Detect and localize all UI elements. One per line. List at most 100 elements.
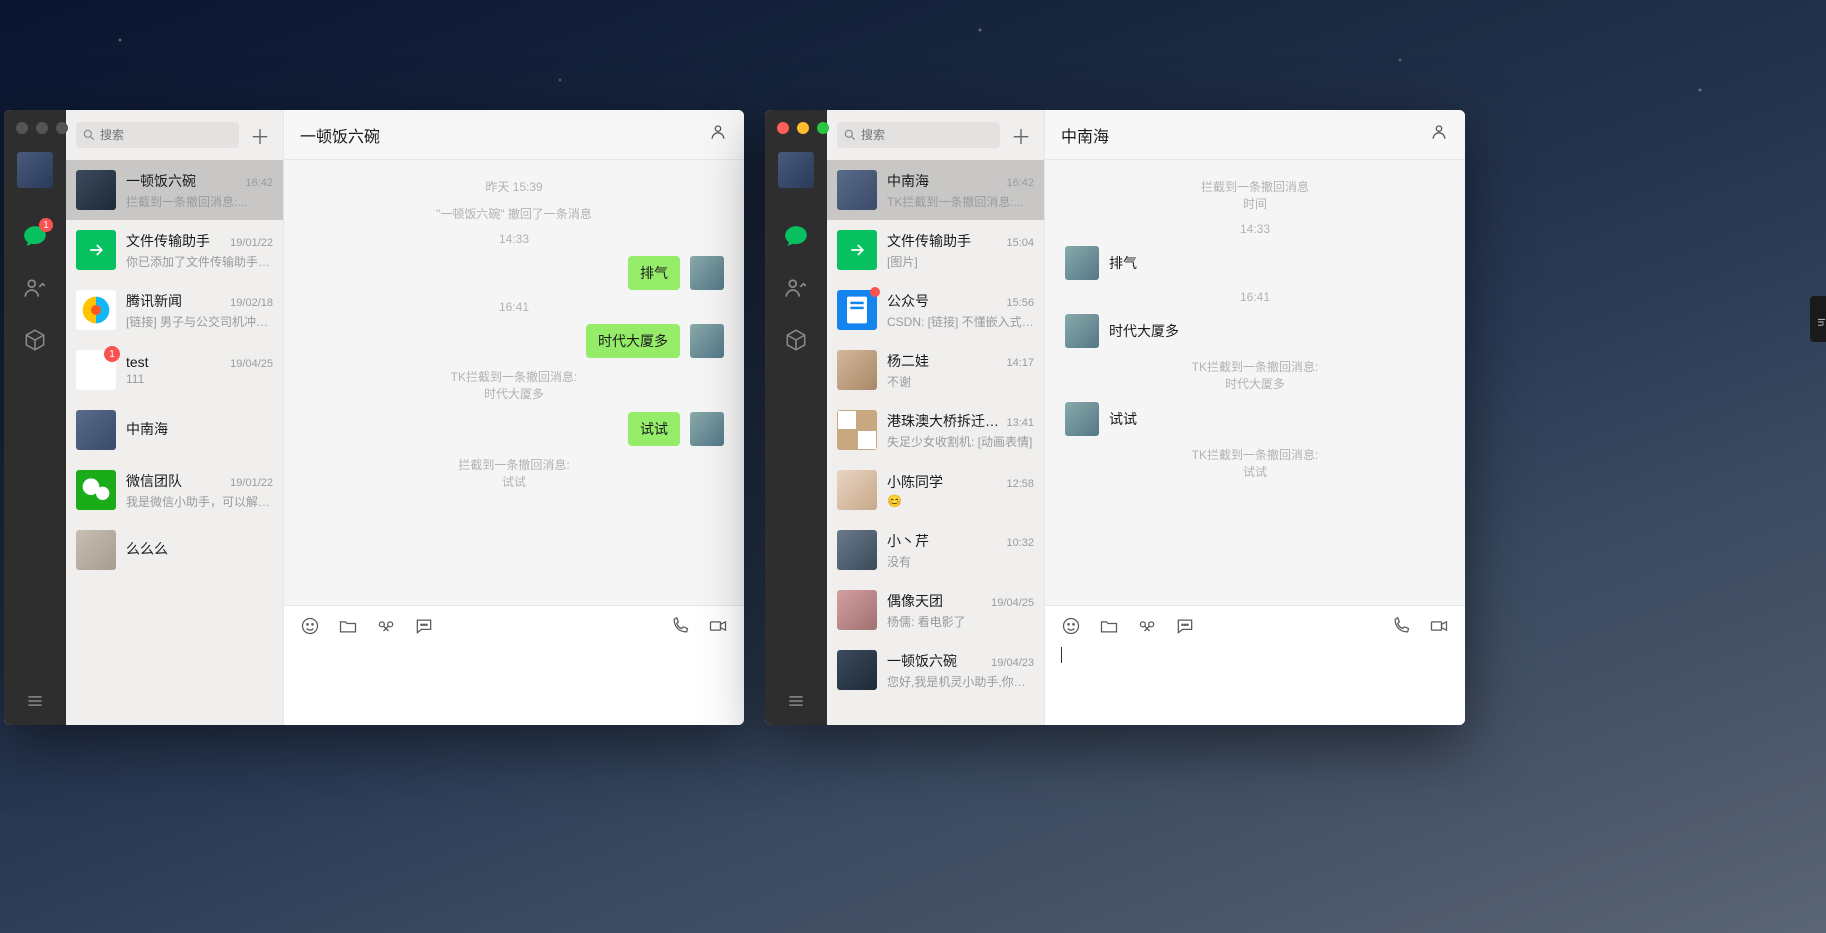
contacts-tab-icon[interactable] [21,274,49,302]
system-message: TK拦截到一条撤回消息:试试 [1065,446,1445,480]
chat-list-item[interactable]: 偶像天团19/04/25杨儒: 看电影了 [827,580,1044,640]
close-dot[interactable] [777,122,789,134]
chat-list-item[interactable]: 1test19/04/25111 [66,340,283,400]
chat-preview: 不谢 [887,373,1034,390]
system-message: 昨天 15:39 [304,178,724,195]
chat-list-item[interactable]: 中南海 [66,400,283,460]
chat-list-item[interactable]: 公众号15:56CSDN: [链接] 不懂嵌入式、何... [827,280,1044,340]
zoom-dot[interactable] [56,122,68,134]
message-bubble[interactable]: 时代大厦多 [586,324,680,358]
video-call-icon[interactable] [708,616,728,636]
me-avatar[interactable] [778,152,814,188]
search-box[interactable] [837,122,1000,148]
chat-preview: 我是微信小助手，可以解答你... [126,493,273,510]
message-thread[interactable]: 昨天 15:39"一顿饭六碗" 撤回了一条消息14:33排气16:41时代大厦多… [284,160,744,605]
chat-preview: 111 [126,372,273,386]
chat-name: 微信团队 [126,471,182,491]
chat-list-item[interactable]: 腾讯新闻19/02/18[链接] 男子与公交司机冲突 被... [66,280,283,340]
search-input[interactable] [861,128,994,142]
emoji-icon[interactable] [1061,616,1081,636]
chat-avatar [837,650,877,690]
conversation-title: 一顿饭六碗 [300,123,380,147]
unread-badge: 1 [39,218,53,232]
chat-list-item[interactable]: 么么么 [66,520,283,580]
chatlist-header: ＋ [827,110,1044,160]
chat-name: 杨二娃 [887,351,929,371]
compose-area [1045,605,1465,725]
emoji-icon[interactable] [300,616,320,636]
chat-list-item[interactable]: 一顿饭六碗16:42拦截到一条撤回消息:... [66,160,283,220]
message-text[interactable]: 时代大厦多 [1109,314,1179,341]
hamburger-menu-icon[interactable] [4,691,66,711]
chat-info-icon[interactable] [1429,122,1449,147]
me-avatar[interactable] [17,152,53,188]
favorites-tab-icon[interactable] [782,326,810,354]
message-avatar [1065,402,1099,436]
chat-list-item[interactable]: 微信团队19/01/22我是微信小助手，可以解答你... [66,460,283,520]
chat-list-item[interactable]: 一顿饭六碗19/04/23您好,我是机灵小助手,你可以和... [827,640,1044,700]
contacts-tab-icon[interactable] [782,274,810,302]
new-chat-icon[interactable]: ＋ [1008,122,1034,148]
chat-preview: [链接] 男子与公交司机冲突 被... [126,313,273,330]
message-row-outgoing: 时代大厦多 [304,324,724,358]
voice-call-icon[interactable] [1391,616,1411,636]
chat-history-icon[interactable] [414,616,434,636]
screenshot-icon[interactable] [1137,616,1157,636]
chat-list-item[interactable]: 小丶芹10:32没有 [827,520,1044,580]
chat-history-icon[interactable] [1175,616,1195,636]
chat-time: 10:32 [1006,537,1034,549]
new-chat-icon[interactable]: ＋ [247,122,273,148]
chat-preview: 你已添加了文件传输助手，现... [126,253,273,270]
message-thread[interactable]: 拦截到一条撤回消息时间14:33排气16:41时代大厦多TK拦截到一条撤回消息:… [1045,160,1465,605]
chat-name: 么么么 [126,539,168,559]
minimize-dot[interactable] [797,122,809,134]
voice-call-icon[interactable] [670,616,690,636]
system-message: 拦截到一条撤回消息:试试 [304,456,724,490]
chat-time: 19/04/25 [230,358,273,370]
video-call-icon[interactable] [1429,616,1449,636]
folder-icon[interactable] [338,616,358,636]
chat-list-item[interactable]: 杨二娃14:17不谢 [827,340,1044,400]
favorites-tab-icon[interactable] [21,326,49,354]
chat-name: 一顿饭六碗 [887,651,957,671]
chat-name: 小丶芹 [887,531,929,551]
chat-list-item[interactable]: 文件传输助手15:04[图片] [827,220,1044,280]
message-text[interactable]: 排气 [1109,246,1137,273]
chat-list-item[interactable]: 中南海16:42TK拦截到一条撤回消息:... [827,160,1044,220]
system-message: 16:41 [1065,290,1445,304]
system-message: 16:41 [304,300,724,314]
search-input[interactable] [100,128,233,142]
chats-tab-icon[interactable]: 1 [21,222,49,250]
wechat-window-1: 1 ＋ 一顿饭六碗16:42拦截到一条撤回消息:...文件传输助手19/01/2… [4,110,744,725]
close-dot[interactable] [16,122,28,134]
minimize-dot[interactable] [36,122,48,134]
message-row-incoming: 排气 [1065,246,1445,280]
sidebar: 1 [4,110,66,725]
message-bubble[interactable]: 试试 [628,412,680,446]
conversation-panel: 中南海 拦截到一条撤回消息时间14:33排气16:41时代大厦多TK拦截到一条撤… [1045,110,1465,725]
chat-name: 公众号 [887,291,929,311]
chats-tab-icon[interactable] [782,222,810,250]
folder-icon[interactable] [1099,616,1119,636]
chat-info-icon[interactable] [708,122,728,147]
message-row-incoming: 试试 [1065,402,1445,436]
chat-time: 15:56 [1006,297,1034,309]
message-bubble[interactable]: 排气 [628,256,680,290]
chat-name: 文件传输助手 [887,231,971,251]
chat-list-item[interactable]: 小陈同学12:58😊 [827,460,1044,520]
zoom-dot[interactable] [817,122,829,134]
chat-list-item[interactable]: 文件传输助手19/01/22你已添加了文件传输助手，现... [66,220,283,280]
chat-time: 19/04/25 [991,597,1034,609]
message-text[interactable]: 试试 [1109,402,1137,429]
sidebar [765,110,827,725]
message-input[interactable] [1045,646,1465,664]
chat-list-item[interactable]: 港珠澳大桥拆迁招...13:41失足少女收割机: [动画表情] [827,400,1044,460]
chat-avatar [837,530,877,570]
chat-time: 19/02/18 [230,297,273,309]
search-box[interactable] [76,122,239,148]
window-controls [777,122,829,134]
hamburger-menu-icon[interactable] [765,691,827,711]
screenshot-icon[interactable] [376,616,396,636]
message-row-outgoing: 排气 [304,256,724,290]
chat-name: 中南海 [126,419,168,439]
